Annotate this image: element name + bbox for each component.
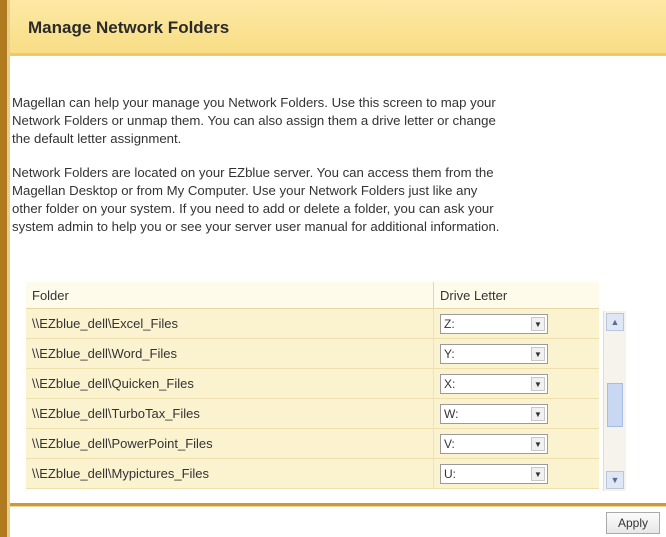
intro-paragraph: Magellan can help your manage you Networ…: [12, 95, 496, 146]
table-row: \\EZblue_dell\TurboTax_Files W: ▼: [26, 399, 599, 429]
table-scrollbar[interactable]: ▲ ▼: [603, 311, 626, 491]
drive-letter-select[interactable]: Z: ▼: [440, 313, 548, 334]
drive-letter-select[interactable]: V: ▼: [440, 433, 548, 454]
folder-path: \\EZblue_dell\Excel_Files: [26, 309, 434, 339]
table-row: \\EZblue_dell\Word_Files Y: ▼: [26, 339, 599, 369]
chevron-down-icon[interactable]: ▼: [531, 436, 545, 451]
chevron-down-icon[interactable]: ▼: [531, 316, 545, 331]
folder-path: \\EZblue_dell\TurboTax_Files: [26, 399, 434, 429]
left-accent-border: [0, 0, 10, 537]
drive-letter-select[interactable]: U: ▼: [440, 463, 548, 484]
bottom-divider: [10, 503, 666, 507]
drive-letter-select[interactable]: Y: ▼: [440, 343, 548, 364]
drive-letter-value: W:: [444, 406, 459, 421]
drive-cell: Z: ▼: [434, 309, 599, 339]
drive-letter-value: U:: [444, 466, 456, 481]
table-row: \\EZblue_dell\PowerPoint_Files V: ▼: [26, 429, 599, 459]
page-title: Manage Network Folders: [28, 18, 230, 37]
title-bar: Manage Network Folders: [10, 0, 666, 56]
info-paragraph: Network Folders are located on your EZbl…: [12, 165, 500, 234]
network-folders-table: Folder Drive Letter \\EZblue_dell\Excel_…: [26, 282, 599, 489]
scroll-up-arrow-icon[interactable]: ▲: [606, 313, 624, 331]
folder-path: \\EZblue_dell\PowerPoint_Files: [26, 429, 434, 459]
drive-cell: Y: ▼: [434, 339, 599, 369]
drive-letter-value: Z:: [444, 316, 455, 331]
table-row: \\EZblue_dell\Quicken_Files X: ▼: [26, 369, 599, 399]
folder-column-header: Folder: [26, 282, 434, 309]
drive-letter-select[interactable]: W: ▼: [440, 403, 548, 424]
drive-letter-column-header: Drive Letter: [434, 282, 599, 309]
chevron-down-icon[interactable]: ▼: [531, 406, 545, 421]
scrollbar-thumb[interactable]: [607, 383, 623, 427]
drive-cell: U: ▼: [434, 459, 599, 489]
table-row: \\EZblue_dell\Excel_Files Z: ▼: [26, 309, 599, 339]
network-folders-table-container: Folder Drive Letter \\EZblue_dell\Excel_…: [26, 282, 630, 493]
drive-letter-value: Y:: [444, 346, 455, 361]
drive-letter-value: X:: [444, 376, 456, 391]
folder-path: \\EZblue_dell\Mypictures_Files: [26, 459, 434, 489]
chevron-down-icon[interactable]: ▼: [531, 466, 545, 481]
folder-path: \\EZblue_dell\Word_Files: [26, 339, 434, 369]
table-row: \\EZblue_dell\Mypictures_Files U: ▼: [26, 459, 599, 489]
scroll-down-arrow-icon[interactable]: ▼: [606, 471, 624, 489]
drive-letter-value: V:: [444, 436, 455, 451]
apply-button[interactable]: Apply: [606, 512, 660, 534]
drive-cell: V: ▼: [434, 429, 599, 459]
drive-letter-select[interactable]: X: ▼: [440, 373, 548, 394]
drive-cell: X: ▼: [434, 369, 599, 399]
table-header-row: Folder Drive Letter: [26, 282, 599, 309]
chevron-down-icon[interactable]: ▼: [531, 346, 545, 361]
folder-path: \\EZblue_dell\Quicken_Files: [26, 369, 434, 399]
chevron-down-icon[interactable]: ▼: [531, 376, 545, 391]
drive-cell: W: ▼: [434, 399, 599, 429]
